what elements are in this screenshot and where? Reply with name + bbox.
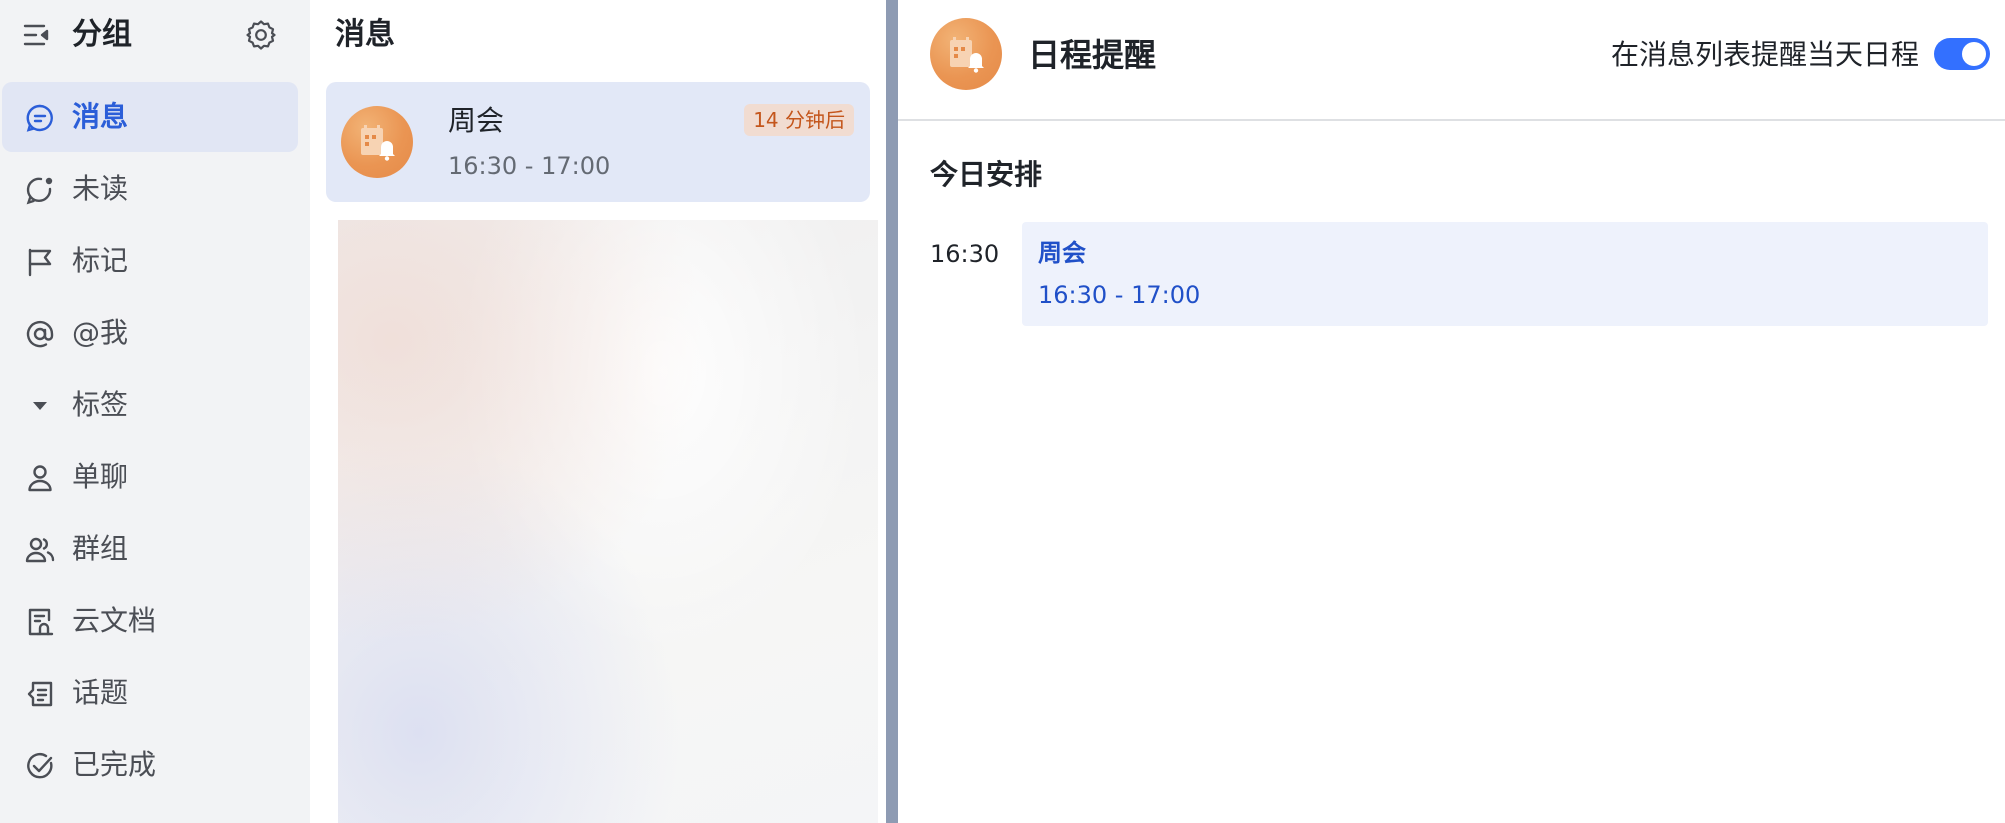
toggle-label: 在消息列表提醒当天日程 bbox=[1610, 38, 1919, 71]
toggle-knob bbox=[1962, 42, 1986, 66]
calendar-bell-icon bbox=[950, 37, 984, 73]
sidebar-item-unread[interactable]: 未读 bbox=[2, 154, 298, 224]
avatar bbox=[341, 106, 413, 178]
sidebar-item-label: 话题 bbox=[72, 676, 129, 709]
sidebar-item-done[interactable]: 已完成 bbox=[2, 730, 298, 800]
sidebar-title: 分组 bbox=[72, 17, 132, 52]
sidebar-item-label: 消息 bbox=[72, 100, 129, 133]
list-item[interactable]: 周会 16:30 - 17:00 14 分钟后 bbox=[326, 82, 870, 202]
caret-down-icon bbox=[33, 402, 47, 410]
sidebar-item-label: 标记 bbox=[72, 244, 129, 277]
collapse-sidebar-icon[interactable] bbox=[22, 20, 52, 50]
group-icon bbox=[25, 537, 55, 563]
sidebar-item-label: 标签 bbox=[72, 388, 129, 421]
sidebar-item-tags[interactable]: 标签 bbox=[2, 370, 298, 440]
calendar-bell-icon bbox=[361, 125, 395, 161]
topic-icon bbox=[27, 681, 53, 707]
page-title: 日程提醒 bbox=[1028, 36, 1157, 74]
sidebar-item-label: 已完成 bbox=[72, 748, 157, 781]
sidebar-item-label: 云文档 bbox=[72, 604, 157, 637]
countdown-badge: 14 分钟后 bbox=[744, 104, 854, 136]
message-list: 消息 周会 16:30 - 17:00 14 分钟后 bbox=[310, 0, 886, 823]
detail-header: 日程提醒 在消息列表提醒当天日程 bbox=[898, 0, 2005, 121]
sidebar-item-messages[interactable]: 消息 bbox=[2, 82, 298, 152]
detail-panel: 日程提醒 在消息列表提醒当天日程 今日安排 16:30 周会 16:30 - 1… bbox=[898, 0, 2005, 823]
user-icon bbox=[28, 465, 52, 492]
list-item-time: 16:30 - 17:00 bbox=[448, 152, 611, 180]
avatar bbox=[930, 18, 1002, 90]
event-time-range: 16:30 - 17:00 bbox=[1038, 281, 1201, 309]
sidebar-item-label: 单聊 bbox=[72, 460, 129, 493]
at-icon bbox=[26, 320, 54, 348]
blurred-placeholder bbox=[338, 220, 878, 823]
sidebar-item-groups[interactable]: 群组 bbox=[2, 514, 298, 584]
sidebar-item-label: @我 bbox=[72, 316, 129, 349]
flag-icon bbox=[28, 248, 52, 277]
panel-resize-handle[interactable] bbox=[886, 0, 898, 823]
sidebar-header: 分组 bbox=[0, 0, 310, 70]
sidebar-item-mentions[interactable]: @我 bbox=[2, 298, 298, 368]
list-item-title: 周会 bbox=[448, 104, 505, 137]
sidebar-item-label: 未读 bbox=[72, 172, 129, 205]
event-card[interactable]: 周会 16:30 - 17:00 bbox=[1022, 222, 1988, 326]
check-circle-icon bbox=[27, 753, 53, 779]
chat-bubble-icon bbox=[26, 104, 53, 132]
sidebar: 分组 消息 未读 标记 @我 标签 单聊 群组 云文档 话题 已完成 bbox=[0, 0, 310, 823]
list-title: 消息 bbox=[335, 17, 395, 52]
unread-icon bbox=[26, 177, 53, 205]
event-start-time: 16:30 bbox=[930, 240, 1000, 268]
sidebar-item-label: 群组 bbox=[72, 532, 129, 565]
sidebar-item-topics[interactable]: 话题 bbox=[2, 658, 298, 728]
event-title: 周会 bbox=[1038, 239, 1086, 267]
sidebar-item-flagged[interactable]: 标记 bbox=[2, 226, 298, 296]
reminder-toggle[interactable] bbox=[1934, 38, 1990, 70]
gear-icon[interactable] bbox=[244, 18, 278, 52]
sidebar-item-docs[interactable]: 云文档 bbox=[2, 586, 298, 656]
section-title: 今日安排 bbox=[930, 158, 1043, 191]
document-icon bbox=[28, 608, 54, 636]
sidebar-item-direct[interactable]: 单聊 bbox=[2, 442, 298, 512]
